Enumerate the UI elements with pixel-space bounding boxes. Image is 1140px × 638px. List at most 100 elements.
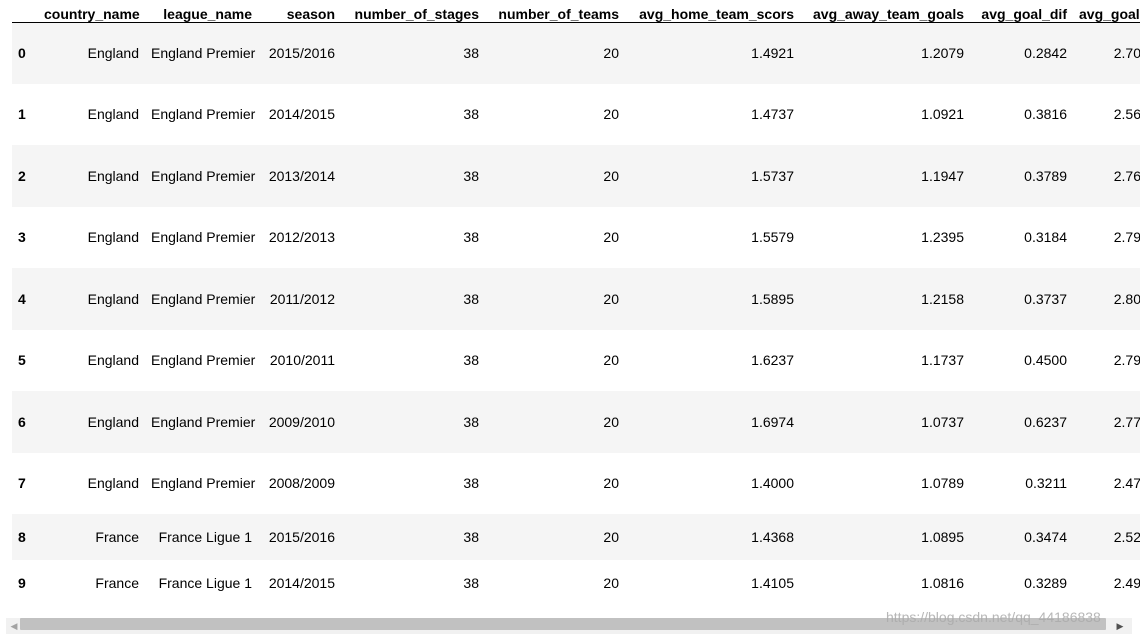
cell-avg-goals: 2.80 [1113, 290, 1140, 307]
row-index: 3 [18, 229, 26, 246]
cell-number-of-stages: 38 [463, 413, 479, 430]
cell-number-of-teams: 20 [603, 167, 619, 184]
cell-country-name: England [87, 45, 139, 61]
row-index: 5 [18, 352, 26, 369]
cell-number-of-teams: 20 [603, 45, 619, 61]
cell-number-of-teams: 20 [603, 352, 619, 369]
column-header-avg-goals: avg_goals [1073, 0, 1140, 23]
cell-number-of-teams: 20 [603, 290, 619, 307]
dataframe-table: country_name league_name season number_o… [12, 0, 1140, 606]
dataframe-output: country_name league_name season number_o… [0, 0, 1140, 616]
cell-avg-home-team-scors: 1.4737 [751, 106, 794, 123]
cell-avg-away-team-goals: 1.0816 [921, 575, 964, 591]
cell-avg-goal-dif: 0.3816 [1024, 106, 1067, 123]
cell-avg-goals: 2.47 [1113, 475, 1140, 492]
cell-number-of-teams: 20 [603, 229, 619, 246]
cell-league-name: England Premier League [151, 413, 258, 430]
cell-number-of-stages: 38 [463, 575, 479, 591]
cell-season: 2014/2015 [268, 106, 335, 123]
column-header-avg-goal-dif: avg_goal_dif [970, 0, 1073, 23]
cell-league-name: England Premier League [151, 290, 258, 307]
scroll-right-arrow-icon[interactable]: ▶ [1112, 618, 1128, 634]
column-header-number-of-teams: number_of_teams [485, 0, 625, 23]
cell-league-name: England Premier League [151, 352, 258, 369]
row-index: 9 [18, 575, 26, 591]
cell-number-of-stages: 38 [463, 352, 479, 369]
cell-country-name: France [95, 575, 139, 591]
cell-avg-goal-dif: 0.3737 [1024, 290, 1067, 307]
cell-avg-away-team-goals: 1.2079 [921, 45, 964, 61]
cell-league-name: England Premier League [151, 167, 258, 184]
cell-country-name: France [95, 529, 139, 545]
cell-number-of-teams: 20 [603, 529, 619, 545]
table-row: 9 France France Ligue 1 2014/2015 38 20 … [12, 560, 1140, 606]
cell-league-name: France Ligue 1 [158, 529, 252, 545]
cell-league-name: France Ligue 1 [158, 575, 252, 591]
cell-league-name: England Premier League [151, 229, 258, 246]
table-header-row: country_name league_name season number_o… [12, 0, 1140, 23]
cell-country-name: England [87, 167, 139, 184]
cell-country-name: England [87, 106, 139, 123]
column-header-season: season [258, 0, 341, 23]
cell-number-of-teams: 20 [603, 475, 619, 492]
table-row: 6 England England Premier League 2009/20… [12, 391, 1140, 453]
table-row: 3 England England Premier League 2012/20… [12, 206, 1140, 268]
cell-avg-goals: 2.79 [1113, 229, 1140, 246]
cell-avg-home-team-scors: 1.4368 [751, 529, 794, 545]
cell-country-name: England [87, 229, 139, 246]
cell-avg-goals: 2.49 [1113, 575, 1140, 591]
table-row: 0 England England Premier League 2015/20… [12, 22, 1140, 84]
cell-avg-goals: 2.56 [1113, 106, 1140, 123]
cell-country-name: England [87, 352, 139, 369]
row-index: 8 [18, 529, 26, 545]
row-index: 1 [18, 106, 26, 123]
cell-season: 2011/2012 [269, 290, 335, 307]
cell-avg-away-team-goals: 1.0789 [921, 475, 964, 492]
cell-number-of-stages: 38 [463, 229, 479, 246]
cell-avg-goal-dif: 0.6237 [1024, 413, 1067, 430]
table-row: 4 England England Premier League 2011/20… [12, 268, 1140, 330]
cell-avg-home-team-scors: 1.5579 [751, 229, 794, 246]
column-header-country-name: country_name [38, 0, 145, 23]
cell-league-name: England Premier League [151, 475, 258, 492]
cell-avg-home-team-scors: 1.5895 [751, 290, 794, 307]
row-index: 2 [18, 167, 26, 184]
cell-number-of-teams: 20 [603, 106, 619, 123]
cell-number-of-stages: 38 [463, 529, 479, 545]
cell-country-name: England [87, 413, 139, 430]
cell-season: 2009/2010 [268, 413, 335, 430]
cell-season: 2012/2013 [268, 229, 335, 246]
watermark-text: https://blog.csdn.net/qq_44186838 [886, 609, 1101, 625]
cell-avg-goals: 2.70 [1113, 45, 1140, 61]
cell-avg-away-team-goals: 1.0921 [921, 106, 964, 123]
cell-league-name: England Premier League [151, 106, 258, 123]
cell-season: 2013/2014 [268, 167, 335, 184]
cell-avg-goal-dif: 0.4500 [1024, 352, 1067, 369]
row-index: 4 [18, 290, 26, 307]
cell-number-of-stages: 38 [463, 167, 479, 184]
cell-number-of-teams: 20 [603, 575, 619, 591]
cell-season: 2008/2009 [268, 475, 335, 492]
cell-season: 2014/2015 [268, 575, 335, 591]
cell-avg-home-team-scors: 1.5737 [751, 167, 794, 184]
cell-avg-home-team-scors: 1.4105 [751, 575, 794, 591]
cell-avg-home-team-scors: 1.4000 [751, 475, 794, 492]
table-row: 5 England England Premier League 2010/20… [12, 329, 1140, 391]
cell-season: 2015/2016 [268, 45, 335, 61]
cell-avg-goals: 2.79 [1113, 352, 1140, 369]
cell-avg-home-team-scors: 1.6974 [751, 413, 794, 430]
cell-number-of-teams: 20 [603, 413, 619, 430]
column-header-number-of-stages: number_of_stages [341, 0, 485, 23]
cell-avg-away-team-goals: 1.0737 [921, 413, 964, 430]
cell-avg-away-team-goals: 1.0895 [921, 529, 964, 545]
cell-avg-away-team-goals: 1.1947 [921, 167, 964, 184]
cell-avg-goals: 2.52 [1113, 529, 1140, 545]
table-row: 1 England England Premier League 2014/20… [12, 83, 1140, 145]
cell-number-of-stages: 38 [463, 45, 479, 61]
table-row: 8 France France Ligue 1 2015/2016 38 20 … [12, 514, 1140, 560]
cell-season: 2015/2016 [268, 529, 335, 545]
cell-country-name: England [87, 290, 139, 307]
cell-country-name: England [87, 475, 139, 492]
index-header [12, 0, 38, 23]
cell-avg-goal-dif: 0.3211 [1025, 475, 1067, 492]
